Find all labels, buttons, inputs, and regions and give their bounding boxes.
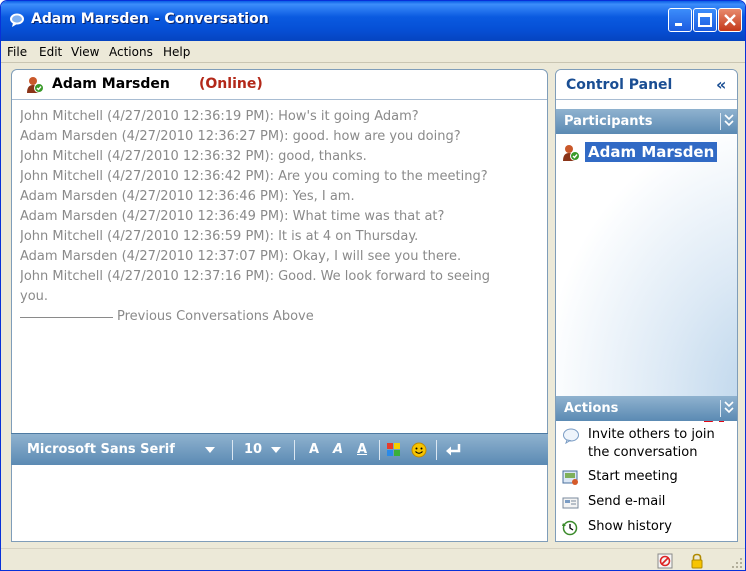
control-panel-header: Control Panel « [556, 70, 737, 100]
history-line: John Mitchell (4/27/2010 12:36:19 PM): H… [20, 109, 419, 124]
menu-actions[interactable]: Actions [109, 45, 153, 59]
participants-list: Adam Marsden [556, 136, 737, 438]
font-size-dropdown[interactable]: 10 [244, 442, 262, 457]
previous-conversations-separator: Previous Conversations Above [20, 307, 540, 327]
history-line: Adam Marsden (4/27/2010 12:36:46 PM): Ye… [20, 189, 355, 204]
toolbar-separator [294, 440, 295, 460]
color-picker-icon[interactable] [386, 442, 402, 458]
separator-rule [20, 316, 113, 318]
window-title: Adam Marsden - Conversation [31, 11, 269, 27]
contact-online-icon [27, 77, 44, 93]
participants-label: Participants [564, 114, 653, 129]
action-show-history-label: Show history [588, 519, 672, 534]
history-line: John Mitchell (4/27/2010 12:36:32 PM): g… [20, 149, 367, 164]
control-panel: Control Panel « Participants Adam Marsde… [555, 69, 738, 542]
enter-arrow-icon[interactable] [444, 442, 462, 458]
history-line: Adam Marsden (4/27/2010 12:37:07 PM): Ok… [20, 249, 462, 264]
format-toolbar: Microsoft Sans Serif 10 A A A [11, 433, 548, 465]
minimize-button[interactable] [668, 8, 692, 32]
history-icon [562, 520, 578, 536]
section-separator [720, 400, 721, 417]
history-line: John Mitchell (4/27/2010 12:36:42 PM): A… [20, 169, 488, 184]
contact-online-icon [563, 145, 580, 161]
contact-name: Adam Marsden [52, 76, 170, 92]
maximize-button[interactable] [693, 8, 717, 32]
actions-section-header[interactable]: Actions [556, 396, 737, 421]
history-line: Adam Marsden (4/27/2010 12:36:49 PM): Wh… [20, 209, 445, 224]
history-line: John Mitchell (4/27/2010 12:36:59 PM): I… [20, 229, 419, 244]
participant-name: Adam Marsden [585, 142, 718, 162]
font-size-dropdown-arrow-icon[interactable] [271, 447, 281, 453]
actions-list: Invite others to join the conversation S… [556, 422, 737, 541]
resize-grip-icon[interactable] [731, 557, 743, 569]
close-icon [724, 14, 736, 26]
email-icon [562, 497, 579, 509]
control-panel-title: Control Panel [566, 77, 673, 93]
chevron-double-down-icon[interactable] [724, 401, 734, 415]
chevron-double-down-icon[interactable] [724, 114, 734, 128]
smiley-icon[interactable] [411, 442, 427, 458]
lock-icon[interactable] [689, 553, 705, 569]
maximize-icon [698, 13, 712, 27]
invite-icon [563, 428, 579, 444]
menu-edit[interactable]: Edit [39, 45, 62, 59]
action-invite-label: Invite others to join the conversation [588, 427, 715, 460]
history-line: John Mitchell (4/27/2010 12:37:16 PM): G… [20, 269, 491, 304]
conversation-header: Adam Marsden (Online) [12, 70, 547, 100]
conversation-window: Adam Marsden - Conversation File Edit Vi… [0, 0, 746, 571]
no-recording-icon[interactable] [657, 553, 673, 569]
meeting-icon [562, 470, 578, 485]
conversation-history[interactable]: John Mitchell (4/27/2010 12:36:19 PM): H… [20, 107, 540, 429]
message-compose-input[interactable] [11, 465, 548, 542]
menu-file[interactable]: File [7, 45, 27, 59]
menu-view[interactable]: View [71, 45, 99, 59]
history-line: Adam Marsden (4/27/2010 12:36:27 PM): go… [20, 129, 461, 144]
separator-label: Previous Conversations Above [117, 309, 314, 324]
menu-bar: File Edit View Actions Help [1, 41, 745, 63]
menu-help[interactable]: Help [163, 45, 190, 59]
participants-section-header[interactable]: Participants [556, 109, 737, 134]
actions-label: Actions [564, 401, 619, 416]
action-start-meeting-label: Start meeting [588, 469, 678, 484]
toolbar-separator [379, 440, 380, 460]
contact-status: (Online) [199, 76, 263, 92]
toolbar-separator [232, 440, 233, 460]
italic-button[interactable]: A [333, 442, 343, 457]
underline-button[interactable]: A [357, 442, 367, 457]
status-bar [1, 548, 745, 570]
collapse-panel-icon[interactable]: « [716, 75, 726, 94]
title-bar[interactable]: Adam Marsden - Conversation [1, 1, 745, 41]
close-button[interactable] [718, 8, 742, 32]
conversation-bubble-icon [10, 13, 24, 27]
font-name-dropdown-arrow-icon[interactable] [205, 447, 215, 453]
section-separator [720, 113, 721, 130]
bold-button[interactable]: A [309, 442, 319, 457]
action-send-email-label: Send e-mail [588, 494, 666, 509]
toolbar-separator [436, 440, 437, 460]
minimize-icon [675, 23, 682, 26]
font-name-dropdown[interactable]: Microsoft Sans Serif [27, 442, 175, 457]
